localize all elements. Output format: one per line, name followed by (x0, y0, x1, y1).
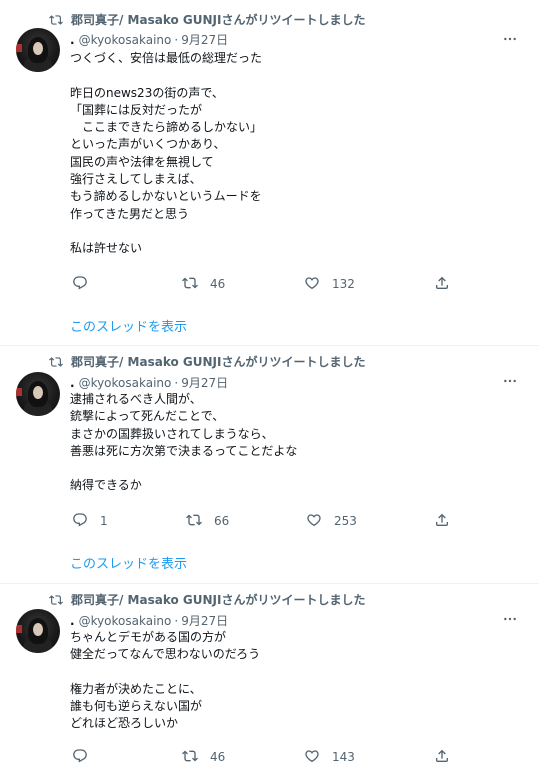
timestamp[interactable]: 9月27日 (181, 374, 228, 391)
like-count: 132 (332, 277, 355, 291)
share-icon (434, 512, 450, 531)
avatar[interactable] (16, 28, 60, 72)
retweet-context[interactable]: 郡司真子/ Masako GUNJIさんがリツイートしました (49, 591, 366, 608)
separator: · (174, 32, 179, 47)
timestamp[interactable]: 9月27日 (181, 612, 228, 629)
tweet-text: ちゃんとデモがある国の方が 健全だってなんで思わないのだろう 権力者が決めたこと… (70, 630, 261, 731)
retweet-count: 46 (210, 277, 226, 291)
retweet-context-label: 郡司真子/ Masako GUNJIさんがリツイートしました (71, 355, 366, 369)
retweet-button[interactable]: 46 (182, 275, 225, 294)
share-button[interactable] (434, 275, 450, 294)
retweet-context-label: 郡司真子/ Masako GUNJIさんがリツイートしました (71, 13, 366, 27)
like-button[interactable]: 143 (304, 748, 355, 767)
tweet-header: . @kyokosakaino · 9月27日 (70, 612, 228, 629)
reply-icon (72, 512, 88, 531)
tweet-actions: 1 66 253 (70, 511, 470, 531)
tweet-text: 逮捕されるべき人間が、 銃撃によって死んだことで、 まさかの国葬扱いされてしまう… (70, 392, 298, 493)
retweet-count: 66 (214, 514, 230, 528)
handle[interactable]: @kyokosakaino (79, 33, 172, 47)
separator: · (174, 613, 179, 628)
timeline: 郡司真子/ Masako GUNJIさんがリツイートしました . @kyokos… (0, 0, 539, 777)
retweet-icon (186, 512, 202, 531)
reply-button[interactable] (72, 748, 100, 767)
retweet-count: 46 (210, 750, 226, 764)
retweet-icon (182, 748, 198, 767)
retweet-context[interactable]: 郡司真子/ Masako GUNJIさんがリツイートしました (49, 11, 366, 28)
retweet-icon (49, 355, 63, 369)
reply-icon (72, 748, 88, 767)
like-button[interactable]: 132 (304, 275, 355, 294)
avatar[interactable] (16, 372, 60, 416)
tweet-header: . @kyokosakaino · 9月27日 (70, 31, 228, 48)
tweet-actions: 46 132 (70, 274, 470, 294)
display-name[interactable]: . (70, 376, 75, 390)
heart-icon (304, 275, 320, 294)
retweet-context-label: 郡司真子/ Masako GUNJIさんがリツイートしました (71, 593, 366, 607)
tweet-text: つくづく、安倍は最低の総理だった 昨日のnews23の街の声で、 「国葬には反対… (70, 51, 263, 256)
reply-count: 1 (100, 514, 108, 528)
display-name[interactable]: . (70, 614, 75, 628)
retweet-icon (182, 275, 198, 294)
like-count: 253 (334, 514, 357, 528)
tweet[interactable]: 郡司真子/ Masako GUNJIさんがリツイートしました . @kyokos… (0, 346, 539, 584)
share-icon (434, 748, 450, 767)
tweet-header: . @kyokosakaino · 9月27日 (70, 374, 228, 391)
tweet[interactable]: 郡司真子/ Masako GUNJIさんがリツイートしました . @kyokos… (0, 584, 539, 777)
avatar[interactable] (16, 609, 60, 653)
reply-icon (72, 275, 88, 294)
retweet-icon (49, 593, 63, 607)
reply-button[interactable]: 1 (72, 512, 108, 531)
heart-icon (306, 512, 322, 531)
tweet-actions: 46 143 (70, 747, 470, 767)
retweet-button[interactable]: 66 (186, 512, 229, 531)
show-thread-link[interactable]: このスレッドを表示 (70, 316, 187, 335)
share-button[interactable] (434, 512, 450, 531)
display-name[interactable]: . (70, 33, 75, 47)
like-button[interactable]: 253 (306, 512, 357, 531)
tweet[interactable]: 郡司真子/ Masako GUNJIさんがリツイートしました . @kyokos… (0, 0, 539, 346)
timestamp[interactable]: 9月27日 (181, 31, 228, 48)
share-icon (434, 275, 450, 294)
share-button[interactable] (434, 748, 450, 767)
handle[interactable]: @kyokosakaino (79, 614, 172, 628)
handle[interactable]: @kyokosakaino (79, 376, 172, 390)
separator: · (174, 375, 179, 390)
retweet-button[interactable]: 46 (182, 748, 225, 767)
heart-icon (304, 748, 320, 767)
more-icon[interactable] (501, 372, 519, 390)
show-thread-link[interactable]: このスレッドを表示 (70, 553, 187, 572)
like-count: 143 (332, 750, 355, 764)
retweet-context[interactable]: 郡司真子/ Masako GUNJIさんがリツイートしました (49, 353, 366, 370)
more-icon[interactable] (501, 610, 519, 628)
reply-button[interactable] (72, 275, 100, 294)
more-icon[interactable] (501, 30, 519, 48)
retweet-icon (49, 13, 63, 27)
